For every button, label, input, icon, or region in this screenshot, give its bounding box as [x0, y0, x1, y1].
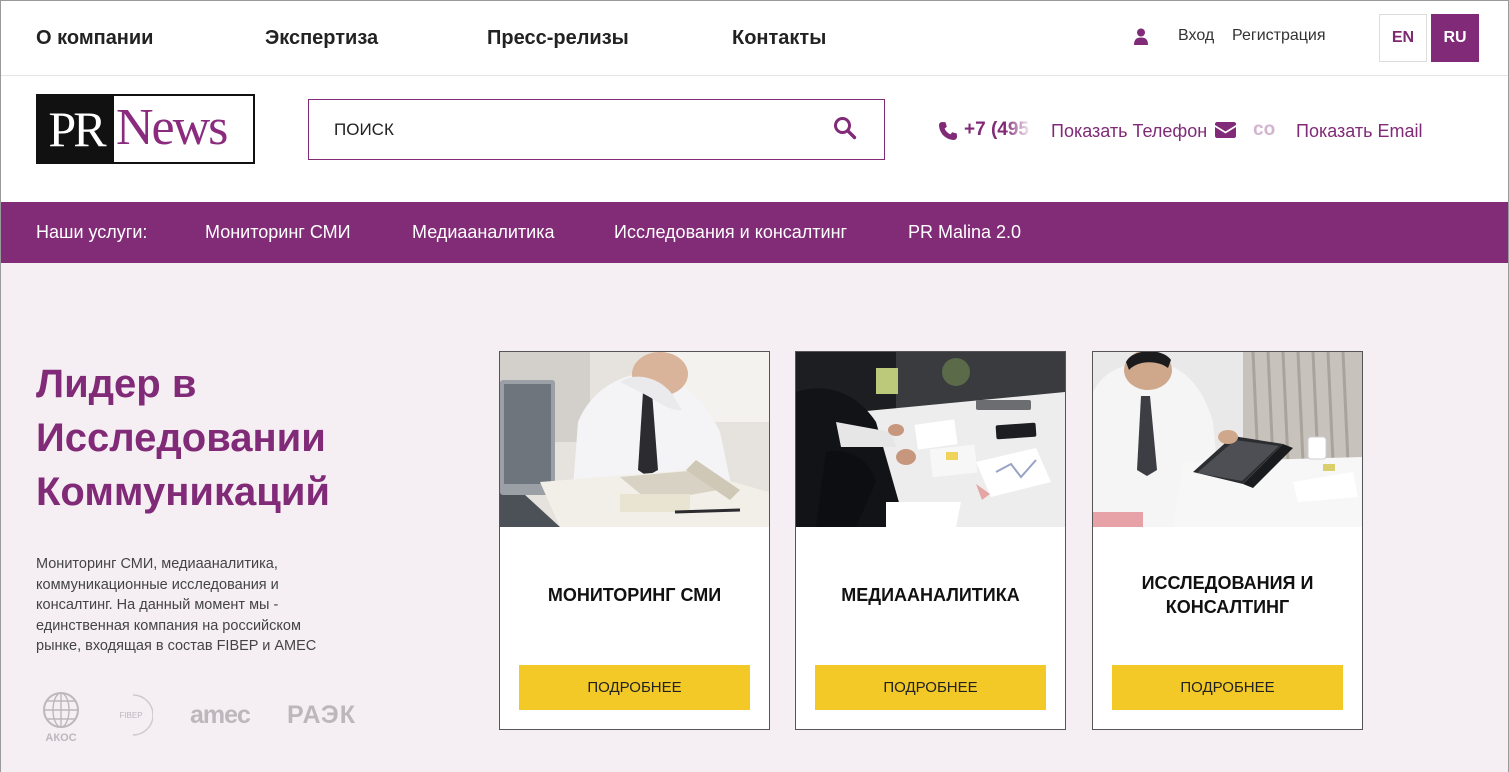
nav-item-about[interactable]: О компании	[36, 27, 153, 50]
search-input[interactable]	[309, 100, 829, 159]
akos-logo-icon: АКОС	[43, 692, 79, 743]
card-title-research: ИССЛЕДОВАНИЯ И КОНСАЛТИНГ	[1141, 573, 1314, 617]
logo[interactable]: PR News	[36, 94, 255, 164]
card-more-button-monitoring[interactable]: ПОДРОБНЕЕ	[519, 665, 750, 710]
nav-item-expertise[interactable]: Экспертиза	[265, 27, 378, 50]
service-link-research[interactable]: Исследования и консалтинг	[614, 222, 847, 243]
register-link[interactable]: Регистрация	[1232, 27, 1326, 45]
logo-news-text: News	[114, 96, 253, 162]
nav-item-contacts[interactable]: Контакты	[732, 27, 826, 50]
search-box	[308, 99, 885, 160]
service-card-media-analytics[interactable]: МЕДИААНАЛИТИКА ПОДРОБНЕЕ	[795, 351, 1066, 730]
akos-logo-text: АКОС	[45, 732, 76, 743]
login-link[interactable]: Вход	[1178, 27, 1214, 45]
logo-pr-text: PR	[38, 96, 114, 162]
raek-logo: РАЭК	[287, 701, 356, 729]
mail-icon	[1215, 122, 1236, 138]
services-bar: Наши услуги: Мониторинг СМИ Медиааналити…	[1, 202, 1508, 263]
hero-title: Лидер в Исследовании Коммуникаций	[36, 362, 331, 514]
phone-icon	[939, 122, 957, 140]
card-more-button-research[interactable]: ПОДРОБНЕЕ	[1112, 665, 1343, 710]
show-email-link[interactable]: Показать Email	[1296, 121, 1423, 142]
search-icon[interactable]	[833, 116, 857, 140]
service-card-research[interactable]: ИССЛЕДОВАНИЯ И КОНСАЛТИНГ ПОДРОБНЕЕ	[1092, 351, 1363, 730]
services-intro: Наши услуги:	[36, 222, 148, 242]
email-address: co	[1253, 119, 1276, 140]
user-icon	[1134, 28, 1148, 45]
lang-en-button[interactable]: EN	[1379, 14, 1427, 62]
fibep-logo-text: FIBEP	[119, 711, 142, 720]
top-bar: О компании Экспертиза Пресс-релизы Конта…	[1, 1, 1508, 76]
hero-description: Мониторинг СМИ, медиааналитика, коммуник…	[36, 556, 317, 654]
card-more-button-media-analytics[interactable]: ПОДРОБНЕЕ	[815, 665, 1046, 710]
nav-item-press-releases[interactable]: Пресс-релизы	[487, 27, 629, 50]
show-phone-link[interactable]: Показать Телефон	[1051, 121, 1207, 142]
card-photo-media-analytics	[796, 352, 1065, 527]
service-link-pr-malina[interactable]: PR Malina 2.0	[908, 222, 1021, 243]
fibep-logo-icon: FIBEP	[119, 694, 153, 736]
service-link-monitoring[interactable]: Мониторинг СМИ	[205, 222, 351, 243]
lang-ru-button[interactable]: RU	[1431, 14, 1479, 62]
amec-logo: amec	[190, 701, 251, 729]
service-card-monitoring[interactable]: МОНИТОРИНГ СМИ ПОДРОБНЕЕ	[499, 351, 770, 730]
card-photo-monitoring	[500, 352, 769, 527]
phone-number: +7 (495	[964, 119, 1029, 140]
service-link-media-analytics[interactable]: Медиааналитика	[412, 222, 554, 243]
card-title-media-analytics: МЕДИААНАЛИТИКА	[841, 585, 1020, 605]
card-photo-research	[1093, 352, 1362, 527]
card-title-monitoring: МОНИТОРИНГ СМИ	[547, 585, 722, 605]
